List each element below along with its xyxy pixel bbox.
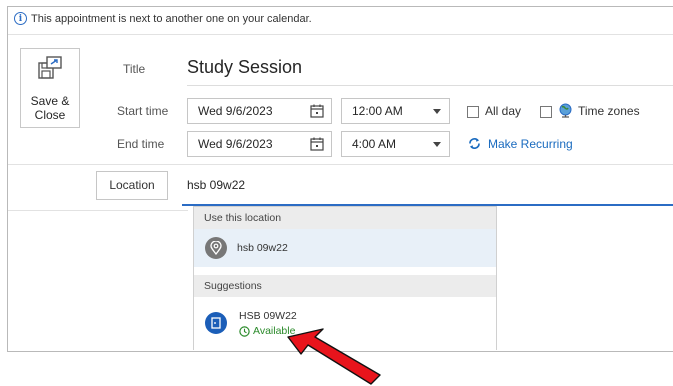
all-day-label[interactable]: All day <box>485 104 521 118</box>
save-close-icon <box>38 56 62 79</box>
calendar-icon[interactable] <box>310 137 324 151</box>
end-date-value: Wed 9/6/2023 <box>198 137 273 151</box>
title-underline <box>187 85 673 86</box>
red-arrow-annotation <box>287 328 381 385</box>
time-zones-label[interactable]: Time zones <box>578 104 640 118</box>
end-time-value: 4:00 AM <box>352 137 397 151</box>
chevron-down-icon <box>433 142 441 147</box>
calendar-icon[interactable] <box>310 104 324 118</box>
end-time-label: End time <box>117 137 165 151</box>
location-input[interactable]: hsb 09w22 <box>187 178 245 192</box>
title-field[interactable]: Study Session <box>187 57 302 78</box>
info-icon: i <box>14 12 27 25</box>
room-icon <box>205 312 227 334</box>
divider <box>8 164 673 165</box>
divider <box>8 34 673 35</box>
use-location-header: Use this location <box>194 207 496 229</box>
use-location-label: hsb 09w22 <box>237 242 288 254</box>
save-close-label: Save & Close <box>30 94 70 122</box>
chevron-down-icon <box>433 109 441 114</box>
start-time-label: Start time <box>117 104 169 118</box>
start-date-value: Wed 9/6/2023 <box>198 104 273 118</box>
info-message: This appointment is next to another one … <box>31 12 312 25</box>
make-recurring-label: Make Recurring <box>488 136 573 151</box>
start-date-picker[interactable]: Wed 9/6/2023 <box>187 98 332 124</box>
suggestion-name: HSB 09W22 <box>239 310 297 322</box>
recurring-icon <box>469 138 480 149</box>
clock-icon <box>239 325 250 337</box>
map-pin-icon <box>205 237 227 259</box>
start-time-value: 12:00 AM <box>352 104 403 118</box>
use-location-item[interactable]: hsb 09w22 <box>194 229 496 267</box>
globe-icon <box>559 103 572 118</box>
save-close-button[interactable]: Save & Close <box>20 48 80 128</box>
end-time-dropdown[interactable]: 4:00 AM <box>341 131 450 157</box>
suggestions-header: Suggestions <box>194 275 496 297</box>
divider <box>8 210 188 211</box>
location-button[interactable]: Location <box>96 171 168 200</box>
end-date-picker[interactable]: Wed 9/6/2023 <box>187 131 332 157</box>
info-bar: i This appointment is next to another on… <box>14 12 312 25</box>
make-recurring-button[interactable]: Make Recurring <box>467 136 573 151</box>
all-day-checkbox[interactable] <box>467 106 479 118</box>
title-label: Title <box>123 62 146 76</box>
start-time-dropdown[interactable]: 12:00 AM <box>341 98 450 124</box>
time-zones-checkbox[interactable] <box>540 106 552 118</box>
